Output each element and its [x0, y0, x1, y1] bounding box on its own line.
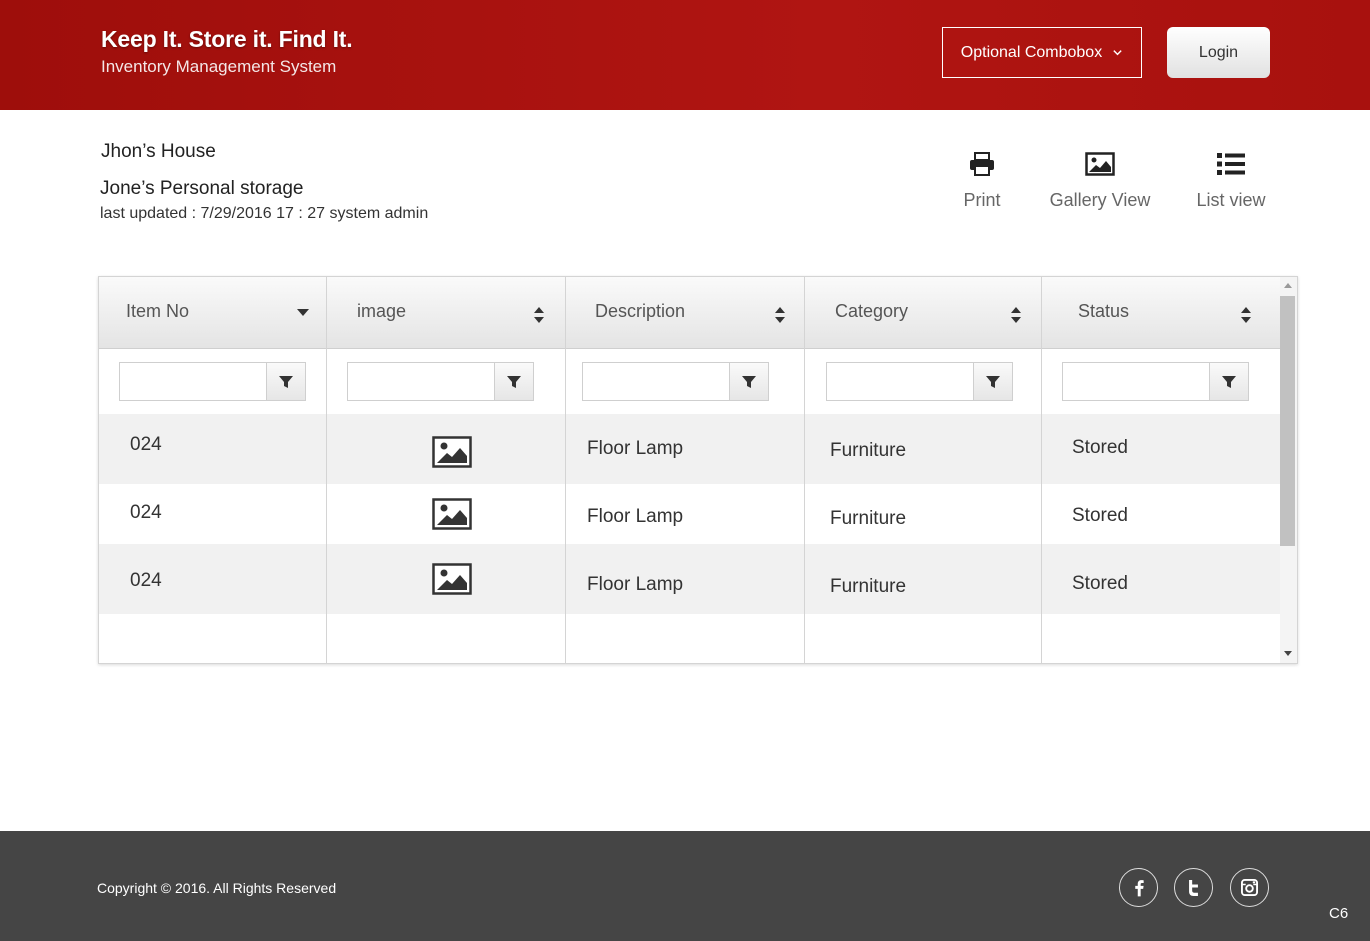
header-category[interactable]: Category [805, 277, 1041, 349]
image-icon[interactable] [432, 498, 472, 530]
print-label: Print [963, 190, 1001, 210]
header-label: Status [1078, 301, 1130, 321]
scrollbar-thumb[interactable] [1280, 296, 1295, 546]
house-name: Jhon’s House [101, 141, 216, 162]
screen-code: C6 [1329, 905, 1349, 922]
app-header: Keep It. Store it. Find It. Inventory Ma… [0, 0, 1370, 110]
filter-icon [986, 375, 1000, 388]
brand: Keep It. Store it. Find It. Inventory Ma… [101, 26, 353, 77]
sort-icon[interactable] [1241, 307, 1251, 323]
app-footer: Copyright © 2016. All Rights Reserved C6 [0, 831, 1370, 941]
sort-icon[interactable] [1011, 307, 1021, 323]
image-icon [1085, 152, 1115, 176]
twitter-icon[interactable] [1174, 868, 1213, 907]
header-item-no[interactable]: Item No [99, 277, 326, 349]
sort-icon[interactable] [775, 307, 785, 323]
scroll-up-icon[interactable] [1284, 283, 1292, 288]
cell-item-no: 024 [130, 434, 162, 455]
column-description: Description Floor Lamp Floor Lamp Floor … [566, 277, 805, 663]
header-label: Item No [126, 301, 190, 321]
instagram-icon[interactable] [1230, 868, 1269, 907]
column-item-no: Item No 024 024 024 [99, 277, 327, 663]
gallery-view-button[interactable]: Gallery View [1040, 150, 1160, 211]
list-icon [1217, 153, 1245, 175]
scroll-down-icon[interactable] [1284, 651, 1292, 656]
column-status: Status Stored Stored Stored [1042, 277, 1280, 663]
filter-icon [279, 375, 293, 388]
login-button[interactable]: Login [1167, 27, 1270, 78]
cell-category: Furniture [830, 508, 907, 529]
cell-description: Floor Lamp [587, 438, 684, 459]
cell-category: Furniture [830, 440, 907, 461]
list-view-button[interactable]: List view [1186, 150, 1276, 211]
header-label: Description [595, 301, 686, 321]
storage-name: Jone’s Personal storage [100, 178, 304, 199]
sort-icon[interactable] [534, 307, 544, 323]
twitter-glyph [1189, 879, 1198, 896]
filter-input-item-no[interactable] [119, 362, 267, 401]
header-description[interactable]: Description [566, 277, 804, 349]
filter-button-image[interactable] [494, 362, 534, 401]
header-status[interactable]: Status [1042, 277, 1280, 349]
last-updated: last updated : 7/29/2016 17 : 27 system … [100, 205, 429, 222]
chevron-down-icon [1113, 50, 1122, 56]
sort-desc-icon[interactable] [297, 309, 309, 317]
cell-status: Stored [1072, 437, 1128, 458]
print-button[interactable]: Print [948, 150, 1016, 211]
cell-item-no: 024 [130, 502, 162, 523]
cell-item-no: 024 [130, 570, 162, 591]
copyright-text: Copyright © 2016. All Rights Reserved [97, 880, 337, 896]
filter-icon [507, 375, 521, 388]
filter-input-description[interactable] [582, 362, 730, 401]
filter-input-image[interactable] [347, 362, 495, 401]
header-label: image [357, 301, 407, 321]
facebook-icon[interactable] [1119, 868, 1158, 907]
column-image: image [327, 277, 566, 663]
filter-button-description[interactable] [729, 362, 769, 401]
cell-category: Furniture [830, 576, 907, 597]
instagram-glyph [1241, 879, 1258, 896]
cell-status: Stored [1072, 505, 1128, 526]
filter-button-status[interactable] [1209, 362, 1249, 401]
header-image[interactable]: image [327, 277, 565, 349]
filter-input-status[interactable] [1062, 362, 1210, 401]
cell-status: Stored [1072, 573, 1128, 594]
printer-icon [970, 152, 994, 176]
facebook-glyph [1134, 879, 1144, 896]
brand-title: Keep It. Store it. Find It. [101, 26, 353, 52]
header-label: Category [835, 301, 909, 321]
column-category: Category Furniture Furniture Furniture [805, 277, 1042, 663]
cell-description: Floor Lamp [587, 574, 684, 595]
gallery-view-label: Gallery View [1049, 190, 1151, 210]
filter-button-item-no[interactable] [266, 362, 306, 401]
image-icon[interactable] [432, 563, 472, 595]
combobox-label: Optional Combobox [960, 43, 1103, 61]
cell-description: Floor Lamp [587, 506, 684, 527]
list-view-label: List view [1196, 190, 1266, 210]
filter-button-category[interactable] [973, 362, 1013, 401]
filter-input-category[interactable] [826, 362, 974, 401]
optional-combobox[interactable]: Optional Combobox [942, 27, 1142, 78]
filter-icon [742, 375, 756, 388]
filter-icon [1222, 375, 1236, 388]
inventory-grid: Item No 024 024 024 image Description Fl… [98, 276, 1298, 664]
grid-body: Item No 024 024 024 image Description Fl… [99, 277, 1280, 663]
brand-subtitle: Inventory Management System [101, 57, 337, 76]
image-icon[interactable] [432, 436, 472, 468]
